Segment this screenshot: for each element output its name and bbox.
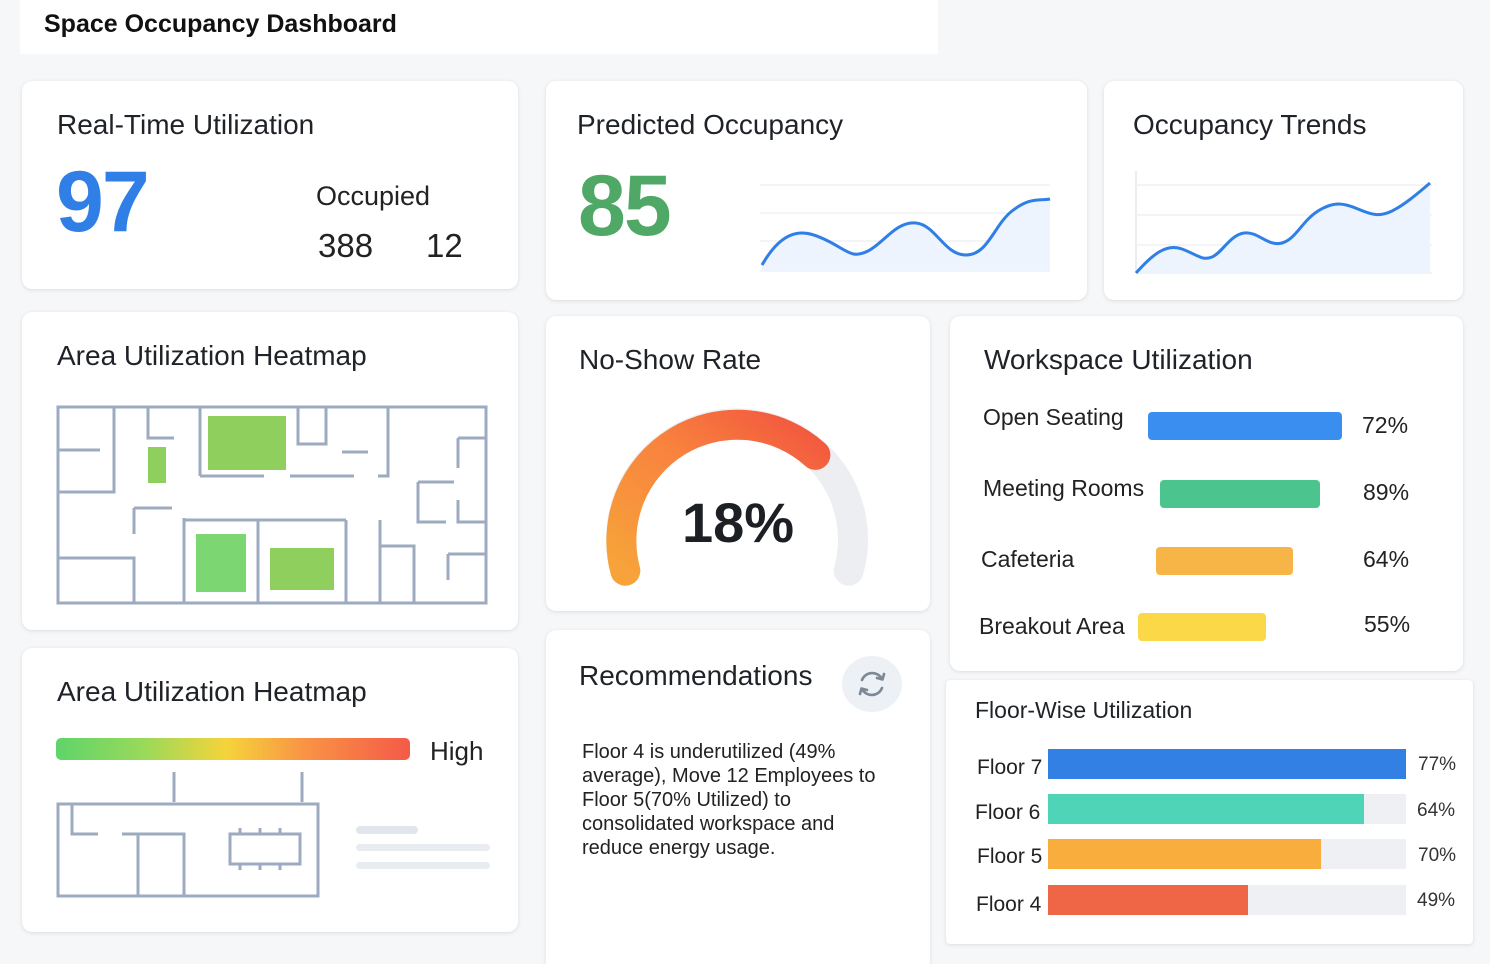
area-heatmap-legend-card: Area Utilization Heatmap High [22,648,518,932]
floor-bar-7 [1048,749,1406,779]
workspace-pct: 55% [1364,611,1411,637]
floor-label: Floor 4 [976,893,1042,916]
floor-label: Floor 5 [977,845,1043,868]
workspace-bar-cafeteria [1156,547,1293,575]
predicted-sparkline [760,184,1051,272]
noshow-value: 18% [681,491,795,554]
recommendations-card: Recommendations Floor 4 is underutilized… [546,630,930,964]
header-bar: Space Occupancy Dashboard [20,0,938,54]
floor-label: Floor 7 [977,756,1043,779]
placeholder-line-2 [356,844,490,851]
placeholder-line-1 [356,826,418,834]
no-show-rate-card: No-Show Rate 18% [546,316,930,611]
workspace-utilization-card: Workspace Utilization Open Seating 72% M… [950,316,1463,671]
workspace-bar-breakout-area [1138,613,1266,641]
heatmap-legend-title: Area Utilization Heatmap [57,676,367,707]
floor-track [1048,885,1406,915]
floor-bar-4 [1048,885,1248,915]
heatmap-title: Area Utilization Heatmap [57,340,367,371]
predicted-value: 85 [578,158,672,254]
floor-title: Floor-Wise Utilization [975,697,1193,723]
area-heatmap-card: Area Utilization Heatmap [22,312,518,630]
floor-track [1048,839,1406,869]
workspace-title: Workspace Utilization [984,344,1253,375]
floorplan-heatmap[interactable] [54,404,490,608]
workspace-label: Meeting Rooms [983,475,1145,501]
occupancy-trends-card: Occupancy Trends [1104,81,1463,300]
floor-utilization-card: Floor-Wise Utilization Floor 7 77% Floor… [946,680,1473,944]
floor-bar-5 [1048,839,1321,869]
heat-gradient-bar [56,738,410,760]
workspace-pct: 64% [1363,546,1410,572]
floor-bar-6 [1048,794,1364,824]
workspace-pct: 72% [1362,412,1409,438]
predicted-title: Predicted Occupancy [577,109,844,140]
floor-pct: 64% [1417,800,1456,821]
refresh-icon [858,671,886,697]
mini-floorplan[interactable] [54,770,324,900]
occupied-label: Occupied [316,181,431,211]
workspace-bar-open-seating [1148,412,1342,440]
floor-track [1048,794,1406,824]
workspace-label: Open Seating [983,404,1124,430]
recommendations-title: Recommendations [579,660,813,691]
recommendation-text: Floor 4 is underutilized (49% average), … [582,741,876,859]
trends-title: Occupancy Trends [1133,109,1367,140]
heat-legend-high: High [430,736,484,766]
floor-track [1048,749,1406,779]
workspace-label: Breakout Area [979,613,1125,639]
floor-pct: 49% [1417,890,1456,911]
realtime-value: 97 [56,154,150,250]
realtime-utilization-card: Real-Time Utilization 97 Occupied 388 12 [22,81,518,289]
floor-label: Floor 6 [975,801,1041,824]
trends-sparkline [1134,171,1432,274]
workspace-label: Cafeteria [981,546,1075,572]
workspace-bar-meeting-rooms [1160,480,1320,508]
floor-pct: 77% [1418,754,1457,775]
occupied-value: 388 [318,227,374,264]
placeholder-line-3 [356,862,490,869]
floor-pct: 70% [1418,845,1457,866]
noshow-title: No-Show Rate [579,344,762,375]
page-title: Space Occupancy Dashboard [44,10,397,38]
workspace-pct: 89% [1363,479,1410,505]
predicted-occupancy-card: Predicted Occupancy 85 [546,81,1087,300]
refresh-button[interactable] [842,656,902,712]
realtime-title: Real-Time Utilization [57,109,315,140]
other-value: 12 [426,227,463,264]
